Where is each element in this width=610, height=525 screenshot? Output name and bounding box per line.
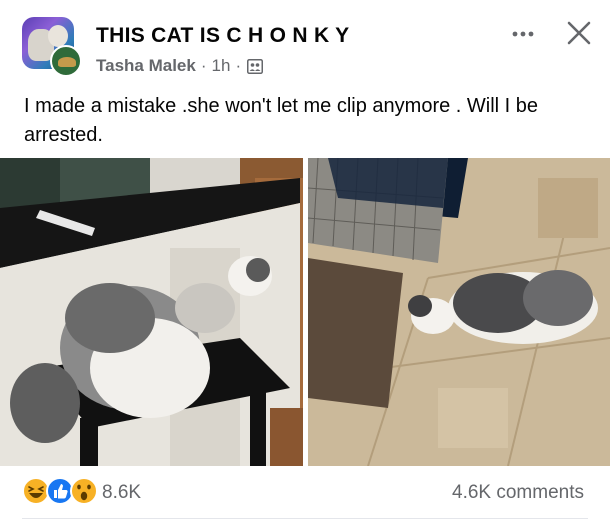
timestamp[interactable]: 1h	[212, 56, 231, 76]
user-avatar[interactable]	[50, 45, 82, 77]
avatar[interactable]	[22, 17, 84, 77]
comments-count[interactable]: 4.6K comments	[452, 482, 584, 504]
close-icon[interactable]	[566, 20, 592, 46]
author-name[interactable]: Tasha Malek	[96, 56, 196, 76]
post-meta: Tasha Malek · 1h ·	[96, 56, 264, 76]
reaction-count[interactable]: 8.6K	[102, 482, 141, 504]
haha-icon	[22, 477, 50, 505]
photo-grid	[0, 158, 610, 466]
like-icon	[46, 477, 74, 505]
meta-separator: ·	[200, 56, 207, 75]
post-text: I made a mistake .she won't let me clip …	[24, 95, 539, 146]
meta-separator: ·	[235, 56, 242, 75]
divider	[22, 518, 588, 519]
post-footer: 8.6K 4.6K comments	[0, 470, 610, 515]
cat-photo-left[interactable]	[0, 158, 303, 466]
post-header: THIS CAT IS C H O N K Y Tasha Malek · 1h…	[0, 0, 610, 84]
group-audience-icon	[247, 58, 264, 74]
facebook-post: THIS CAT IS C H O N K Y Tasha Malek · 1h…	[0, 0, 610, 525]
cat-photo-right[interactable]	[308, 158, 610, 466]
more-options-icon[interactable]	[508, 22, 538, 46]
group-name[interactable]: THIS CAT IS C H O N K Y	[96, 24, 349, 48]
reaction-icons[interactable]	[22, 476, 100, 506]
wow-icon	[70, 477, 98, 505]
